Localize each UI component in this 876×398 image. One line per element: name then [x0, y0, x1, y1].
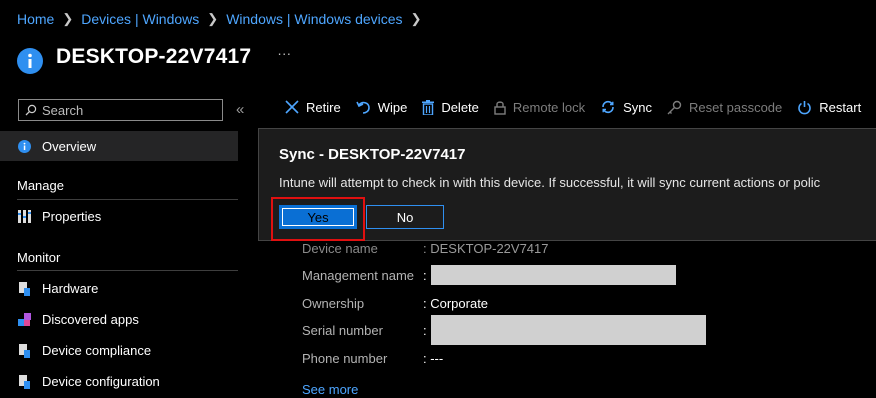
device-name-label: Device name	[302, 241, 378, 256]
chevron-right-icon: ❯	[207, 11, 219, 26]
section-header-manage: Manage	[17, 178, 64, 193]
remote-lock-label: Remote lock	[512, 99, 586, 115]
lock-icon	[494, 100, 506, 115]
dialog-title: Sync - DESKTOP-22V7417	[279, 146, 466, 163]
wipe-label: Wipe	[377, 99, 408, 115]
breadcrumb-devices-windows[interactable]: Devices | Windows	[81, 11, 199, 27]
sidebar-item-label: Properties	[42, 209, 102, 224]
restart-label: Restart	[819, 99, 862, 115]
ownership-value: : Corporate	[423, 296, 489, 311]
properties-icon	[17, 210, 31, 224]
management-name-value: :	[423, 268, 427, 283]
device-compliance-icon	[17, 343, 31, 358]
serial-number-label: Serial number	[302, 323, 383, 338]
yes-button[interactable]: Yes	[279, 205, 357, 229]
chevron-right-icon: ❯	[410, 11, 422, 26]
breadcrumb-home[interactable]: Home	[17, 11, 54, 27]
info-icon	[17, 48, 43, 74]
apps-icon	[17, 313, 31, 327]
breadcrumb-windows-devices[interactable]: Windows | Windows devices	[226, 11, 402, 27]
search-placeholder: Search	[42, 102, 84, 118]
management-name-label: Management name	[302, 268, 415, 283]
serial-number-value: :	[423, 323, 427, 338]
redacted-block	[431, 315, 706, 345]
sidebar-item-label: Hardware	[42, 281, 99, 296]
trash-icon	[422, 99, 435, 115]
sync-button[interactable]: Sync	[600, 99, 652, 115]
sidebar-item-device-compliance[interactable]: Device compliance	[17, 343, 151, 358]
sidebar-item-label: Overview	[42, 138, 97, 154]
device-configuration-icon	[17, 374, 31, 389]
redacted-block	[431, 265, 676, 285]
delete-button[interactable]: Delete	[422, 99, 479, 115]
phone-number-label: Phone number	[302, 351, 388, 366]
retire-button[interactable]: Retire	[285, 100, 341, 115]
sidebar-item-label: Discovered apps	[42, 312, 139, 327]
divider	[17, 270, 238, 271]
no-button[interactable]: No	[366, 205, 444, 229]
sidebar-item-label: Device compliance	[42, 343, 152, 358]
breadcrumb: Home ❯ Devices | Windows ❯ Windows | Win…	[17, 11, 429, 27]
sync-label: Sync	[623, 99, 653, 115]
divider	[17, 199, 238, 200]
section-header-monitor: Monitor	[17, 250, 61, 265]
sidebar-item-properties[interactable]: Properties	[17, 209, 101, 224]
remote-lock-button[interactable]: Remote lock	[494, 100, 585, 115]
undo-icon	[355, 100, 371, 114]
hardware-icon	[17, 281, 31, 296]
delete-label: Delete	[441, 99, 479, 115]
sync-confirmation-dialog: Sync - DESKTOP-22V7417 Intune will attem…	[258, 128, 876, 241]
dialog-message: Intune will attempt to check in with thi…	[279, 175, 821, 190]
phone-number-value: : ---	[423, 351, 444, 366]
close-icon	[285, 100, 299, 114]
command-bar: Retire Wipe Delete Remote lock Sync Rese…	[285, 99, 876, 115]
device-name-value: : DESKTOP-22V7417	[423, 241, 549, 256]
chevron-right-icon: ❯	[62, 11, 74, 26]
reset-passcode-button[interactable]: Reset passcode	[667, 100, 782, 115]
see-more-link[interactable]: See more	[302, 382, 358, 397]
sidebar-item-hardware[interactable]: Hardware	[17, 281, 98, 296]
sidebar-item-label: Device configuration	[42, 374, 160, 389]
search-icon	[25, 104, 37, 116]
sidebar-item-discovered-apps[interactable]: Discovered apps	[17, 312, 139, 327]
info-icon	[17, 139, 31, 153]
power-icon	[797, 100, 812, 115]
sync-icon	[600, 99, 616, 115]
sidebar-item-device-configuration[interactable]: Device configuration	[17, 374, 160, 389]
search-input[interactable]: Search	[18, 99, 223, 121]
reset-passcode-label: Reset passcode	[689, 99, 783, 115]
page-header: DESKTOP-22V7417 ···	[17, 40, 291, 74]
retire-label: Retire	[306, 99, 341, 115]
restart-button[interactable]: Restart	[797, 100, 861, 115]
page-title: DESKTOP-22V7417	[56, 45, 252, 68]
collapse-sidebar-icon[interactable]: «	[236, 101, 244, 118]
more-actions-icon[interactable]: ···	[277, 45, 291, 61]
key-icon	[667, 100, 682, 115]
wipe-button[interactable]: Wipe	[355, 99, 408, 115]
sidebar-item-overview[interactable]: Overview	[0, 131, 238, 161]
ownership-label: Ownership	[302, 296, 365, 311]
